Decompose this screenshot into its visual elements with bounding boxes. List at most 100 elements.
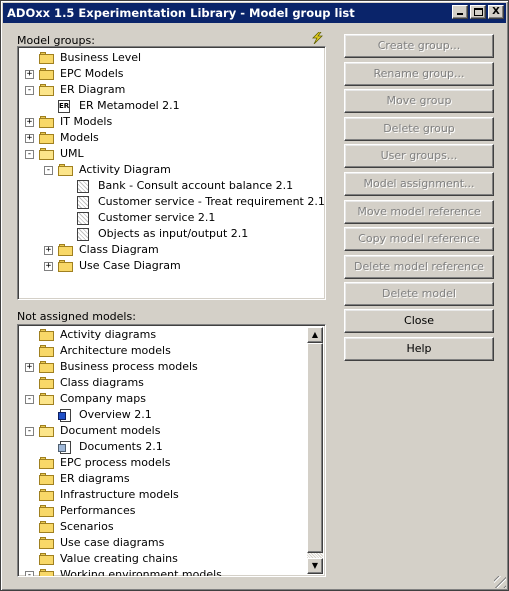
close-button[interactable]: Close: [344, 309, 494, 333]
close-icon: X: [492, 6, 500, 17]
item-label: UML: [60, 147, 84, 160]
list-item[interactable]: - Company maps: [18, 391, 325, 407]
item-label: Document models: [60, 424, 161, 437]
item-label: ER diagrams: [60, 472, 130, 485]
model-group-list-window: ADOxx 1.5 Experimentation Library - Mode…: [0, 0, 509, 591]
open-folder-icon: [39, 84, 55, 96]
minimize-button[interactable]: [452, 5, 468, 19]
item-label: Activity Diagram: [79, 163, 171, 176]
collapse-icon[interactable]: -: [25, 150, 34, 159]
list-item[interactable]: Architecture models: [18, 343, 325, 359]
folder-icon: [39, 569, 55, 576]
folder-icon: [58, 244, 74, 256]
help-button[interactable]: Help: [344, 337, 494, 361]
tree-item[interactable]: + Models: [18, 130, 325, 146]
delete-model-reference-button[interactable]: Delete model reference: [344, 254, 494, 279]
tree-item[interactable]: - UML: [18, 146, 325, 162]
list-item[interactable]: Value creating chains: [18, 551, 325, 567]
model-assignment-button[interactable]: Model assignment...: [344, 172, 494, 196]
document-model-icon: [58, 441, 72, 454]
tree-item[interactable]: - ER Diagram: [18, 82, 325, 98]
list-item[interactable]: + Business process models: [18, 359, 325, 375]
expand-icon[interactable]: +: [44, 262, 53, 271]
list-item[interactable]: Activity diagrams: [18, 327, 325, 343]
folder-icon: [39, 116, 55, 128]
item-label: Bank - Consult account balance 2.1: [98, 179, 294, 192]
close-window-button[interactable]: X: [488, 5, 504, 19]
tree-item[interactable]: Objects as input/output 2.1: [18, 226, 325, 242]
open-folder-icon: [39, 393, 55, 405]
tree-item[interactable]: Customer service - Treat requirement 2.1: [18, 194, 325, 210]
list-item[interactable]: Infrastructure models: [18, 487, 325, 503]
tree-item[interactable]: + Class Diagram: [18, 242, 325, 258]
tree-item[interactable]: Bank - Consult account balance 2.1: [18, 178, 325, 194]
create-group-button[interactable]: Create group...: [344, 34, 494, 58]
activity-model-icon: [77, 228, 89, 241]
move-group-button[interactable]: Move group: [344, 89, 494, 114]
move-model-reference-button[interactable]: Move model reference: [344, 199, 494, 224]
expand-icon[interactable]: +: [25, 363, 34, 372]
item-label: Documents 2.1: [79, 440, 163, 453]
item-label: Scenarios: [60, 520, 114, 533]
activity-model-icon: [77, 196, 89, 209]
tree-item[interactable]: + EPC Models: [18, 66, 325, 82]
item-label: Company maps: [60, 392, 146, 405]
item-label: Working environment models: [60, 568, 222, 577]
item-label: Objects as input/output 2.1: [98, 227, 249, 240]
expand-icon[interactable]: +: [25, 118, 34, 127]
copy-model-reference-button[interactable]: Copy model reference: [344, 227, 494, 252]
expand-icon[interactable]: +: [25, 134, 34, 143]
tree-item[interactable]: Customer service 2.1: [18, 210, 325, 226]
minimize-icon: [457, 13, 463, 15]
collapse-icon[interactable]: -: [25, 395, 34, 404]
expand-icon[interactable]: +: [25, 70, 34, 79]
collapse-icon[interactable]: -: [25, 86, 34, 95]
collapse-icon[interactable]: -: [25, 571, 34, 576]
folder-icon: [58, 260, 74, 272]
tree-item[interactable]: Business Level: [18, 50, 325, 66]
resize-grip[interactable]: [494, 576, 506, 588]
title-bar[interactable]: ADOxx 1.5 Experimentation Library - Mode…: [3, 3, 506, 23]
collapse-icon[interactable]: -: [44, 166, 53, 175]
folder-icon: [39, 377, 55, 389]
item-label: Class Diagram: [79, 243, 159, 256]
delete-model-button[interactable]: Delete model: [344, 282, 494, 307]
item-label: Value creating chains: [60, 552, 178, 565]
item-label: ER Diagram: [60, 83, 126, 96]
folder-icon: [39, 68, 55, 80]
open-folder-icon: [58, 164, 74, 176]
item-label: Activity diagrams: [60, 328, 157, 341]
not-assigned-models-tree[interactable]: ▲ ▼ Activity diagrams Architecture models…: [17, 324, 326, 577]
list-item[interactable]: ER diagrams: [18, 471, 325, 487]
maximize-button[interactable]: [470, 5, 486, 19]
tree-item[interactable]: - Activity Diagram: [18, 162, 325, 178]
activity-model-icon: [77, 212, 89, 225]
folder-icon: [39, 132, 55, 144]
list-item[interactable]: Scenarios: [18, 519, 325, 535]
user-groups-button[interactable]: User groups...: [344, 144, 494, 169]
item-label: EPC process models: [60, 456, 171, 469]
delete-group-button[interactable]: Delete group: [344, 116, 494, 141]
list-item[interactable]: Performances: [18, 503, 325, 519]
tree-item[interactable]: + IT Models: [18, 114, 325, 130]
item-label: Performances: [60, 504, 136, 517]
tree-item[interactable]: ER ER Metamodel 2.1: [18, 98, 325, 114]
model-groups-tree[interactable]: Business Level + EPC Models - ER Diagram ER ER…: [17, 46, 326, 300]
item-label: Use case diagrams: [60, 536, 165, 549]
list-item[interactable]: Overview 2.1: [18, 407, 325, 423]
list-item[interactable]: - Document models: [18, 423, 325, 439]
folder-icon: [39, 329, 55, 341]
lightning-bolt-icon[interactable]: [310, 32, 324, 44]
list-item[interactable]: - Working environment models: [18, 567, 325, 577]
tree-item[interactable]: + Use Case Diagram: [18, 258, 325, 274]
item-label: ER Metamodel 2.1: [79, 99, 180, 112]
expand-icon[interactable]: +: [44, 246, 53, 255]
list-item[interactable]: Documents 2.1: [18, 439, 325, 455]
item-label: Architecture models: [60, 344, 171, 357]
folder-icon: [39, 489, 55, 501]
rename-group-button[interactable]: Rename group...: [344, 61, 494, 86]
collapse-icon[interactable]: -: [25, 427, 34, 436]
list-item[interactable]: Use case diagrams: [18, 535, 325, 551]
list-item[interactable]: Class diagrams: [18, 375, 325, 391]
list-item[interactable]: EPC process models: [18, 455, 325, 471]
